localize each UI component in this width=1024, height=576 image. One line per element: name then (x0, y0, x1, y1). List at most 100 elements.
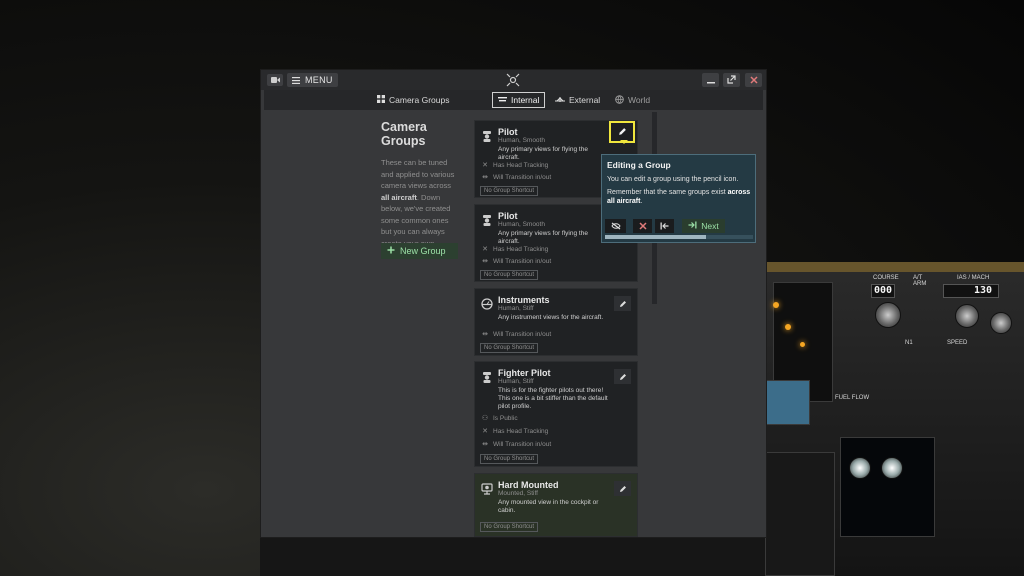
skip-tutorial-button[interactable] (605, 219, 626, 233)
pencil-icon (619, 480, 627, 498)
attitude-indicator (765, 380, 810, 425)
next-step-button[interactable]: Next (682, 219, 725, 233)
transition-icon: ⇹ (482, 174, 488, 181)
feature-transition: ⇹ Will Transition in/out (482, 440, 552, 449)
window-titlebar[interactable]: MENU (261, 70, 766, 90)
head-tracking-icon: ✕ (482, 246, 488, 253)
card-description: Any mounted view in the cockpit or cabin… (498, 499, 599, 515)
group-shortcut[interactable]: No Group Shortcut (480, 186, 539, 196)
new-group-label: New Group (400, 246, 446, 256)
transition-icon: ⇹ (482, 258, 488, 265)
course-display: 000 (871, 284, 895, 298)
camera-window: MENU Camera Groups Internal External Wor… (260, 69, 767, 538)
card-subtitle: Human, Stiff (498, 305, 534, 312)
close-window-button[interactable] (745, 73, 762, 87)
cockpit-icon (498, 95, 507, 105)
mounted-camera-icon (481, 482, 493, 495)
grid-icon (377, 95, 385, 105)
feature-public: ⚇ Is Public (481, 414, 518, 423)
transition-icon: ⇹ (482, 331, 488, 338)
card-subtitle: Mounted, Stiff (498, 490, 538, 497)
skip-back-icon (660, 217, 669, 235)
card-title: Instruments (498, 295, 550, 305)
speed-label: SPEED (947, 340, 968, 346)
engine-display (840, 437, 935, 537)
ias-mach-label: IAS / MACH (957, 275, 990, 281)
tooltip-line-1: You can edit a group using the pencil ic… (607, 176, 739, 183)
feature-head-tracking: ✕ Has Head Tracking (482, 161, 549, 170)
menu-button[interactable]: MENU (287, 73, 338, 87)
group-shortcut[interactable]: No Group Shortcut (480, 343, 539, 353)
eye-off-icon (610, 217, 621, 235)
next-arrow-icon (688, 221, 697, 231)
group-card-hard-mounted[interactable]: Hard Mounted Mounted, Stiff Any mounted … (474, 473, 638, 537)
engine-gauge (881, 457, 903, 479)
n1-label: N1 (905, 340, 913, 346)
heading-knob (990, 312, 1012, 334)
card-subtitle: Human, Smooth (498, 221, 545, 228)
feature-transition: ⇹ Will Transition in/out (482, 173, 552, 182)
popout-icon (727, 71, 736, 89)
tooltip-line-2: Remember that the same groups exist acro… (607, 189, 751, 205)
edit-group-button-highlighted[interactable] (609, 121, 635, 144)
cockpit-panel-background: COURSE 000 A/T ARM IAS / MACH 130 N1 SPE… (765, 262, 1024, 576)
standby-instruments (765, 452, 835, 576)
edit-group-button[interactable] (614, 369, 631, 384)
pencil-icon (618, 123, 627, 141)
plus-icon (387, 246, 395, 256)
minimize-button[interactable] (702, 73, 719, 87)
course-knob (875, 302, 901, 328)
pencil-icon (619, 295, 627, 313)
transition-icon: ⇹ (482, 441, 488, 448)
fuel-flow-label: FUEL FLOW (835, 395, 870, 401)
pilot-icon (481, 213, 493, 226)
group-shortcut[interactable]: No Group Shortcut (480, 270, 539, 280)
at-arm-label: A/T ARM (913, 275, 927, 287)
engine-gauge (849, 457, 871, 479)
course-label: COURSE (873, 275, 899, 281)
card-description: Any primary views for flying the aircraf… (498, 146, 588, 162)
close-tutorial-button[interactable] (633, 219, 652, 233)
pilot-icon (481, 370, 493, 383)
view-tabs: Camera Groups Internal External World (264, 90, 763, 110)
sidebar-description: These can be tuned and applied to variou… (381, 158, 455, 248)
group-shortcut[interactable]: No Group Shortcut (480, 522, 539, 532)
close-icon (638, 217, 647, 235)
tab-world[interactable]: World (610, 92, 655, 108)
globe-icon (615, 94, 624, 106)
card-title: Hard Mounted (498, 480, 559, 490)
ias-display: 130 (943, 284, 999, 298)
card-subtitle: Human, Stiff (498, 378, 534, 385)
video-camera-icon[interactable] (267, 74, 283, 86)
card-description: Any primary views for flying the aircraf… (498, 230, 588, 246)
sidebar-title: Camera Groups (381, 120, 427, 148)
tab-camera-groups-label: Camera Groups (389, 95, 450, 105)
popout-button[interactable] (723, 73, 740, 87)
close-icon (749, 71, 758, 89)
next-label: Next (701, 221, 719, 231)
tab-external[interactable]: External (550, 92, 605, 108)
menu-label: MENU (305, 75, 333, 85)
edit-group-button[interactable] (614, 481, 631, 496)
card-subtitle: Human, Smooth (498, 137, 545, 144)
tab-internal[interactable]: Internal (492, 92, 546, 108)
tab-camera-groups[interactable]: Camera Groups (372, 92, 454, 108)
tutorial-tooltip: Editing a Group You can edit a group usi… (601, 154, 756, 243)
new-group-button[interactable]: New Group (381, 243, 458, 259)
camera-groups-sidebar: Camera Groups These can be tuned and app… (381, 120, 461, 259)
tutorial-progress-fill (605, 235, 706, 239)
gauge-icon (481, 297, 493, 310)
warning-light (800, 342, 805, 347)
warning-light (785, 324, 791, 330)
edit-group-button[interactable] (614, 296, 631, 311)
group-card-fighter-pilot[interactable]: Fighter Pilot Human, Stiff This is for t… (474, 361, 638, 467)
tooltip-title: Editing a Group (607, 160, 671, 170)
warning-light (773, 302, 779, 308)
hamburger-icon (292, 76, 300, 84)
previous-step-button[interactable] (655, 219, 674, 233)
head-tracking-icon: ✕ (482, 162, 488, 169)
group-card-instruments[interactable]: Instruments Human, Stiff Any instrument … (474, 288, 638, 356)
users-icon: ⚇ (481, 415, 489, 422)
group-shortcut[interactable]: No Group Shortcut (480, 454, 539, 464)
lower-instrument-panel (260, 538, 765, 576)
